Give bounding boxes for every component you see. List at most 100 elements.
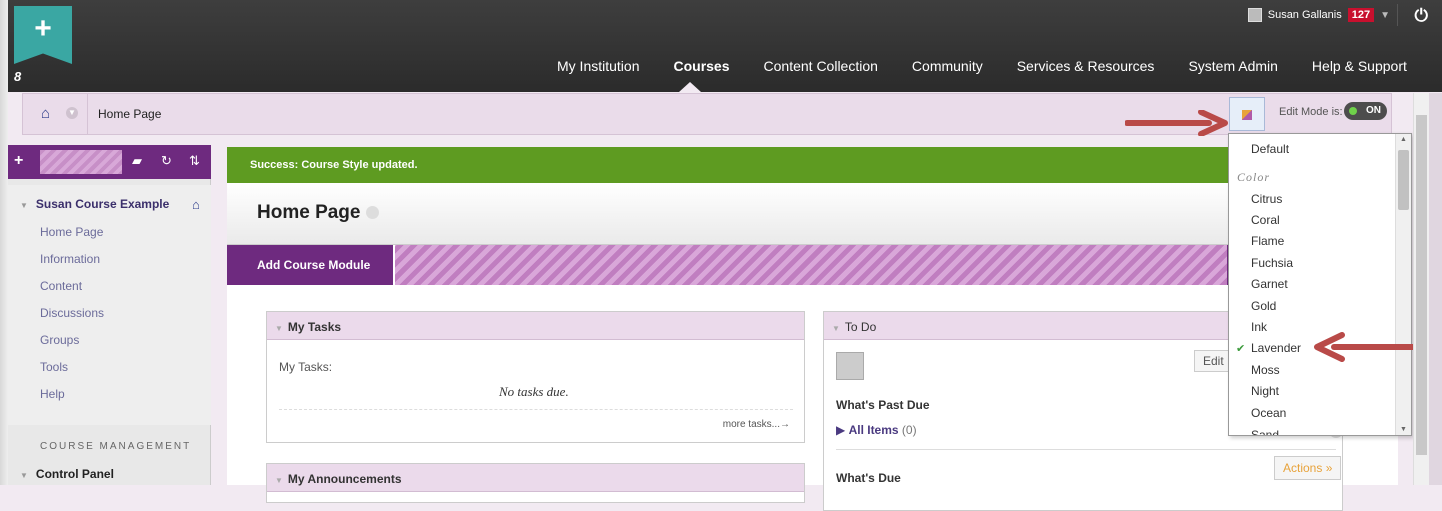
sidebar-item-help[interactable]: Help [40,387,65,401]
palette-icon [1242,110,1252,120]
annotation-arrow-icon [1314,332,1423,362]
control-panel-label: Control Panel [35,467,114,481]
nav-my-institution[interactable]: My Institution [540,58,656,74]
course-title-label: Susan Course Example [35,197,170,211]
nav-courses[interactable]: Courses [656,58,746,74]
annotation-arrow-icon [1125,110,1228,136]
course-menu: + ▰ ↻ ⇅ ▼ Susan Course Example ⌂ Home Pag… [8,145,211,485]
divider [1397,4,1398,26]
divider [87,94,88,134]
more-tasks-link[interactable]: more tasks...→ [723,419,790,430]
actions-label: Actions [1283,461,1323,475]
course-title[interactable]: ▼ Susan Course Example [20,197,169,211]
nav-community[interactable]: Community [895,58,1000,74]
dropdown-option[interactable]: Ocean [1251,406,1286,420]
power-icon[interactable]: ⏻ [1415,6,1428,26]
my-tasks-module: ▼ My Tasks My Tasks: No tasks due. more t… [266,311,805,443]
nav-help-support[interactable]: Help & Support [1295,58,1424,74]
dropdown-option[interactable]: Flame [1251,234,1284,248]
placeholder-image-icon [836,352,864,380]
nav-services-resources[interactable]: Services & Resources [1000,58,1172,74]
module-header[interactable]: ▼ My Tasks [267,312,804,340]
dropdown-option[interactable]: Moss [1251,363,1280,377]
course-menu-list: ▼ Susan Course Example ⌂ Home Page Inform… [8,185,211,425]
page-scrollbar[interactable] [1413,93,1429,485]
scrollbar-thumb[interactable] [1416,115,1427,455]
scroll-down-icon[interactable]: ▼ [1400,426,1407,433]
divider [836,449,1336,450]
dropdown-option[interactable]: Ink [1251,320,1267,334]
dropdown-scrollbar[interactable]: ▲ ▼ [1395,134,1411,435]
sidebar-item-groups[interactable]: Groups [40,333,79,347]
add-menu-item-icon[interactable]: + [14,152,23,170]
all-items-count: (0) [901,423,917,437]
logo-mark: 8 [14,69,22,84]
scroll-up-icon[interactable]: ▲ [1400,136,1407,143]
dropdown-option[interactable]: Gold [1251,299,1276,313]
add-course-module-button[interactable]: Add Course Module [227,245,395,285]
sidebar-item-content[interactable]: Content [40,279,82,293]
course-style-dropdown[interactable]: Default Color Citrus Coral Flame Fuchsia… [1228,133,1412,436]
all-items-label: All Items [848,423,899,437]
expand-icon: ▶ [836,423,849,437]
window-edge [1429,93,1442,485]
user-menu[interactable]: Susan Gallanis 127 ▼ [1247,8,1390,22]
scrollbar-thumb[interactable] [1398,150,1409,210]
control-panel-toggle[interactable]: ▼ Control Panel [20,467,114,481]
course-style-button[interactable] [1229,97,1265,131]
institution-logo[interactable]: + [14,6,72,64]
collapse-icon: ▼ [20,201,28,210]
sidebar-item-home-page[interactable]: Home Page [40,225,103,239]
notification-badge[interactable]: 127 [1347,8,1375,22]
past-due-heading: What's Past Due [836,398,930,412]
module-area: ▼ My Tasks My Tasks: No tasks due. more t… [227,285,1398,511]
breadcrumb-title: Home Page [98,107,162,121]
module-bar: Add Course Module [227,245,1237,285]
collapse-icon: ▼ [20,471,28,480]
collapse-icon: ▼ [832,324,840,333]
module-title: My Tasks [287,320,342,334]
collapse-icon: ▼ [275,324,283,333]
module-title: To Do [844,320,877,334]
sidebar-item-discussions[interactable]: Discussions [40,306,104,320]
folder-view-icon[interactable]: ▰ [132,153,142,169]
chevron-down-icon[interactable]: ▼ [1380,10,1390,21]
dropdown-group-label: Color [1237,170,1271,184]
dropdown-option-selected[interactable]: Lavender [1251,341,1301,355]
chevron-down-icon[interactable] [366,206,380,220]
main-content: Success: Course Style updated. Home Page… [227,147,1398,511]
page-title-text: Home Page [257,202,361,223]
refresh-icon[interactable]: ↻ [161,153,172,169]
all-items-link[interactable]: ▶ All Items (0) [836,423,917,437]
dropdown-option[interactable]: Garnet [1251,277,1288,291]
reorder-icon[interactable]: ⇅ [189,153,200,169]
home-icon[interactable]: ⌂ [41,105,50,122]
actions-button[interactable]: Actions » [1274,456,1342,480]
dropdown-option[interactable]: Sand [1251,428,1279,435]
collapse-icon: ▼ [275,476,283,485]
nav-system-admin[interactable]: System Admin [1171,58,1294,74]
sidebar-item-information[interactable]: Information [40,252,100,266]
toolbar-decoration [40,150,122,174]
course-menu-toolbar: + ▰ ↻ ⇅ [8,145,211,179]
empty-message: No tasks due. [499,384,569,399]
edit-button[interactable]: Edit [1194,350,1233,372]
active-nav-indicator [679,82,701,92]
due-heading: What's Due [836,471,901,485]
sidebar-item-tools[interactable]: Tools [40,360,68,374]
home-icon[interactable]: ⌂ [192,197,200,212]
window-edge [0,0,8,485]
logo-plus-icon: + [34,12,52,45]
dropdown-option[interactable]: Night [1251,384,1279,398]
chevron-down-icon: » [1325,461,1333,475]
top-navigation-bar: + 8 Susan Gallanis 127 ▼ ⏻ My Institutio… [0,0,1442,92]
dropdown-option[interactable]: Coral [1251,213,1280,227]
module-header[interactable]: ▼ My Announcements [267,464,804,492]
nav-content-collection[interactable]: Content Collection [747,58,895,74]
edit-mode-toggle[interactable]: ON [1344,102,1387,120]
chevron-down-icon[interactable]: ▼ [66,107,78,119]
dropdown-option[interactable]: Citrus [1251,192,1282,206]
avatar [1247,8,1262,22]
dropdown-option[interactable]: Fuchsia [1251,256,1293,270]
dropdown-option-default[interactable]: Default [1251,142,1289,156]
